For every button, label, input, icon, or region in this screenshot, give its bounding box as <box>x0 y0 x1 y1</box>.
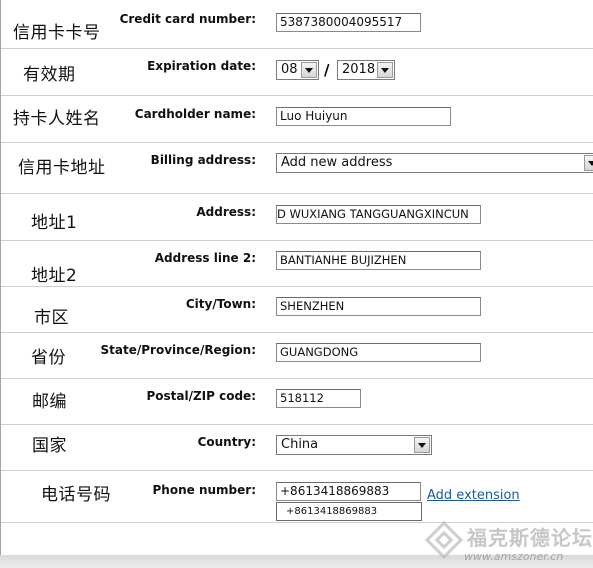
credit-card-number-label: Credit card number: <box>119 12 256 26</box>
cn-label-province: 省份 <box>31 348 66 368</box>
payment-form: 信用卡卡号 Credit card number: 53873800040955… <box>0 0 593 555</box>
cn-label-address-2: 地址2 <box>31 266 78 286</box>
form-row-city: 市区 City/Town: SHENZHEN <box>1 286 593 332</box>
expiration-date-label: Expiration date: <box>147 59 256 73</box>
billing-address-label: Billing address: <box>150 153 256 167</box>
cn-label-address-1: 地址1 <box>31 213 78 233</box>
watermark-title: 福克斯德论坛 <box>467 526 593 550</box>
cn-label-postal: 邮编 <box>32 392 67 412</box>
watermark: 福克斯德论坛 www.amszoner.cn <box>420 518 593 568</box>
billing-address-value: Add new address <box>281 155 393 170</box>
state-label: State/Province/Region: <box>100 343 256 357</box>
country-label: Country: <box>197 435 256 449</box>
form-row-billing-address: 信用卡地址 Billing address: Add new address <box>1 142 593 193</box>
form-row-expiration: 有效期 Expiration date: 08 / 2018 <box>1 48 593 95</box>
phone-autocomplete-suggestion[interactable]: +8613418869883 <box>276 502 422 521</box>
form-row-address: 地址1 Address: D WUXIANG TANGGUANGXINCUN <box>1 193 593 240</box>
phone-number-label: Phone number: <box>152 483 256 497</box>
form-row-address-2: 地址2 Address line 2: BANTIANHE BUJIZHEN <box>1 240 593 286</box>
form-row-credit-card: 信用卡卡号 Credit card number: 53873800040955… <box>1 0 593 48</box>
cn-label-phone: 电话号码 <box>41 485 111 505</box>
country-select[interactable]: China <box>276 435 432 455</box>
state-input[interactable]: GUANGDONG <box>276 343 481 362</box>
billing-address-select[interactable]: Add new address <box>276 153 593 173</box>
chevron-down-icon[interactable] <box>301 62 317 78</box>
city-input[interactable]: SHENZHEN <box>276 297 481 316</box>
chevron-down-icon[interactable] <box>414 437 430 453</box>
credit-card-number-input[interactable]: 5387380004095517 <box>276 13 421 32</box>
postal-code-input[interactable]: 518112 <box>276 389 361 408</box>
address-line-2-label: Address line 2: <box>154 251 256 265</box>
address-label: Address: <box>196 205 256 219</box>
cardholder-name-input[interactable]: Luo Huiyun <box>276 107 451 126</box>
form-row-cardholder: 持卡人姓名 Cardholder name: Luo Huiyun <box>1 95 593 142</box>
country-value: China <box>281 437 319 452</box>
form-row-state: 省份 State/Province/Region: GUANGDONG <box>1 332 593 378</box>
cardholder-name-label: Cardholder name: <box>134 107 256 121</box>
form-row-country: 国家 Country: China <box>1 424 593 470</box>
watermark-url: www.amszoner.cn <box>464 550 564 563</box>
form-row-postal: 邮编 Postal/ZIP code: 518112 <box>1 378 593 424</box>
expiration-month-select[interactable]: 08 <box>276 60 319 80</box>
cn-label-expiration: 有效期 <box>23 65 76 85</box>
expiration-year-value: 2018 <box>342 62 376 77</box>
chevron-down-icon[interactable] <box>584 155 593 171</box>
expiration-year-select[interactable]: 2018 <box>337 60 395 80</box>
phone-number-input[interactable]: +8613418869883 <box>276 482 421 501</box>
cn-label-card-number: 信用卡卡号 <box>13 23 101 43</box>
add-extension-link[interactable]: Add extension <box>427 488 520 503</box>
cn-label-billing-address: 信用卡地址 <box>18 158 106 178</box>
cn-label-city: 市区 <box>34 308 69 328</box>
forum-logo-icon <box>424 520 464 560</box>
address-line-2-input[interactable]: BANTIANHE BUJIZHEN <box>276 251 481 270</box>
form-row-phone: 电话号码 Phone number: +8613418869883 Add ex… <box>1 470 593 522</box>
cn-label-country: 国家 <box>32 436 67 456</box>
date-separator: / <box>324 61 330 79</box>
postal-code-label: Postal/ZIP code: <box>146 389 256 403</box>
chevron-down-icon[interactable] <box>377 62 393 78</box>
cn-label-cardholder: 持卡人姓名 <box>13 109 101 129</box>
expiration-month-value: 08 <box>281 62 298 77</box>
address-input[interactable]: D WUXIANG TANGGUANGXINCUN <box>276 205 481 224</box>
city-label: City/Town: <box>185 297 256 311</box>
